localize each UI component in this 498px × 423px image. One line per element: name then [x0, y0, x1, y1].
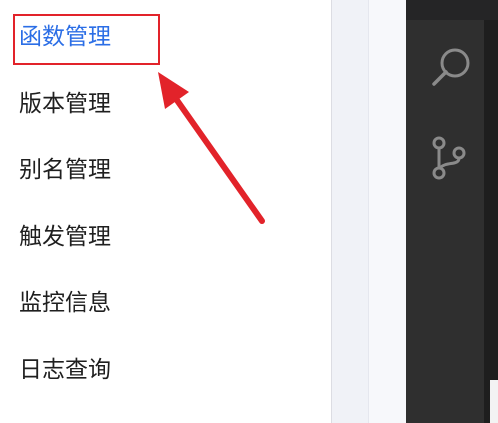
- screenshot-root: 函数管理 版本管理 别名管理 触发管理 监控信息 日志查询: [0, 0, 498, 423]
- nav-item-monitoring-info[interactable]: 监控信息: [19, 283, 111, 323]
- highlight-box-annotation: [13, 14, 160, 65]
- activity-bar-top-strip: [406, 0, 498, 20]
- source-control-icon[interactable]: [428, 134, 476, 182]
- nav-item-alias-management[interactable]: 别名管理: [19, 150, 111, 190]
- editor-panel-light-edge: [490, 380, 498, 423]
- nav-item-trigger-management[interactable]: 触发管理: [19, 217, 111, 257]
- search-icon[interactable]: [428, 42, 476, 90]
- nav-item-log-query[interactable]: 日志查询: [19, 350, 111, 390]
- content-panel-edge: [368, 0, 407, 423]
- nav-item-version-management[interactable]: 版本管理: [19, 84, 111, 124]
- editor-activity-bar: [406, 0, 498, 423]
- editor-panel-edge: [484, 20, 498, 423]
- content-area: [332, 0, 407, 423]
